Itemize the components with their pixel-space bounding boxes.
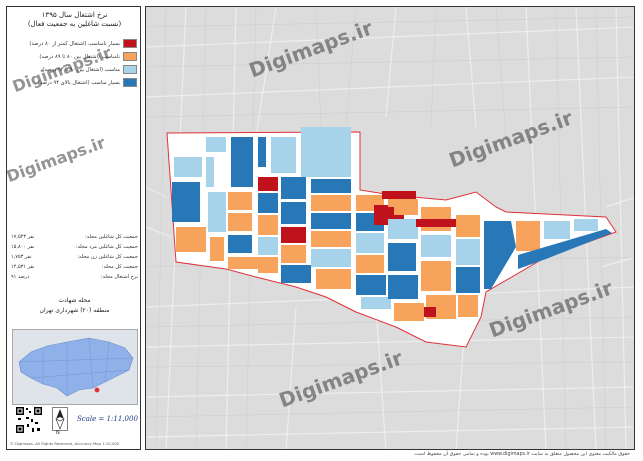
map-subtitle: (نسبت شاغلین به جمعیت فعال) — [27, 20, 122, 28]
map-canvas[interactable]: Digimaps.ir Digimaps.ir Digimaps.ir Digi… — [145, 6, 635, 450]
legend-item-very-poor: بسیار نامناسب (اشتغال کمتر از ۸۰ درصد) — [13, 39, 137, 48]
stat-employment-rate: ۹۱ درصد نرخ اشتغال محله: — [11, 273, 138, 281]
stat-label: جمعیت کل شاغلین محله: — [85, 234, 138, 240]
stat-label: نرخ اشتغال محله: — [100, 274, 138, 280]
stat-label: جمعیت کل شاغلین مرد محله: — [75, 244, 138, 250]
scale-text: Scale = 1:11,000 — [77, 415, 138, 423]
stat-male-employed: ۱۵,۸۰۰ نفر جمعیت کل شاغلین مرد محله: — [11, 243, 138, 251]
qr-code-icon — [15, 406, 43, 434]
stat-total-population: ۱۴,۵۳۱ نفر جمعیت کل محله: — [11, 263, 138, 271]
stat-value: ۱,۷۵۳ نفر — [11, 254, 32, 260]
legend-swatch — [123, 52, 137, 61]
stat-value: ۱۴,۵۳۱ نفر — [11, 264, 35, 270]
map-title: نرخ اشتغال سال ۱۳۹۵ — [41, 11, 108, 19]
stat-label: جمعیت کل شاغلین زن محله: — [77, 254, 138, 260]
stat-value: ۱۵,۸۰۰ نفر — [11, 244, 35, 250]
north-label: N — [56, 430, 60, 436]
location-marker-icon — [94, 387, 100, 393]
district-region: منطقه (۲۰) شهرداری تهران — [39, 307, 110, 314]
stat-female-employed: ۱,۷۵۳ نفر جمعیت کل شاغلین زن محله: — [11, 253, 138, 261]
stat-value: ۱۷,۵۴۳ نفر — [11, 234, 35, 240]
stat-total-employed: ۱۷,۵۴۳ نفر جمعیت کل شاغلین محله: — [11, 233, 138, 241]
north-arrow-icon — [52, 407, 68, 431]
district-name: محله شهادت — [58, 297, 91, 304]
footer-copyright: حقوق مالکیت معنوی این محصول متعلق به سای… — [413, 452, 630, 457]
legend-swatch — [123, 78, 137, 87]
legend-swatch — [123, 65, 137, 74]
map-svg — [146, 7, 634, 449]
legend-swatch — [123, 39, 137, 48]
map-layout: نرخ اشتغال سال ۱۳۹۵ (نسبت شاغلین به جمعی… — [0, 0, 643, 461]
stat-label: جمعیت کل محله: — [101, 264, 138, 270]
employment-blocks — [172, 127, 612, 321]
stat-value: ۹۱ درصد — [11, 274, 30, 280]
inset-map — [12, 329, 138, 405]
copyright-text: © Digimaps. All Rights Reserved, Accurac… — [10, 441, 120, 446]
